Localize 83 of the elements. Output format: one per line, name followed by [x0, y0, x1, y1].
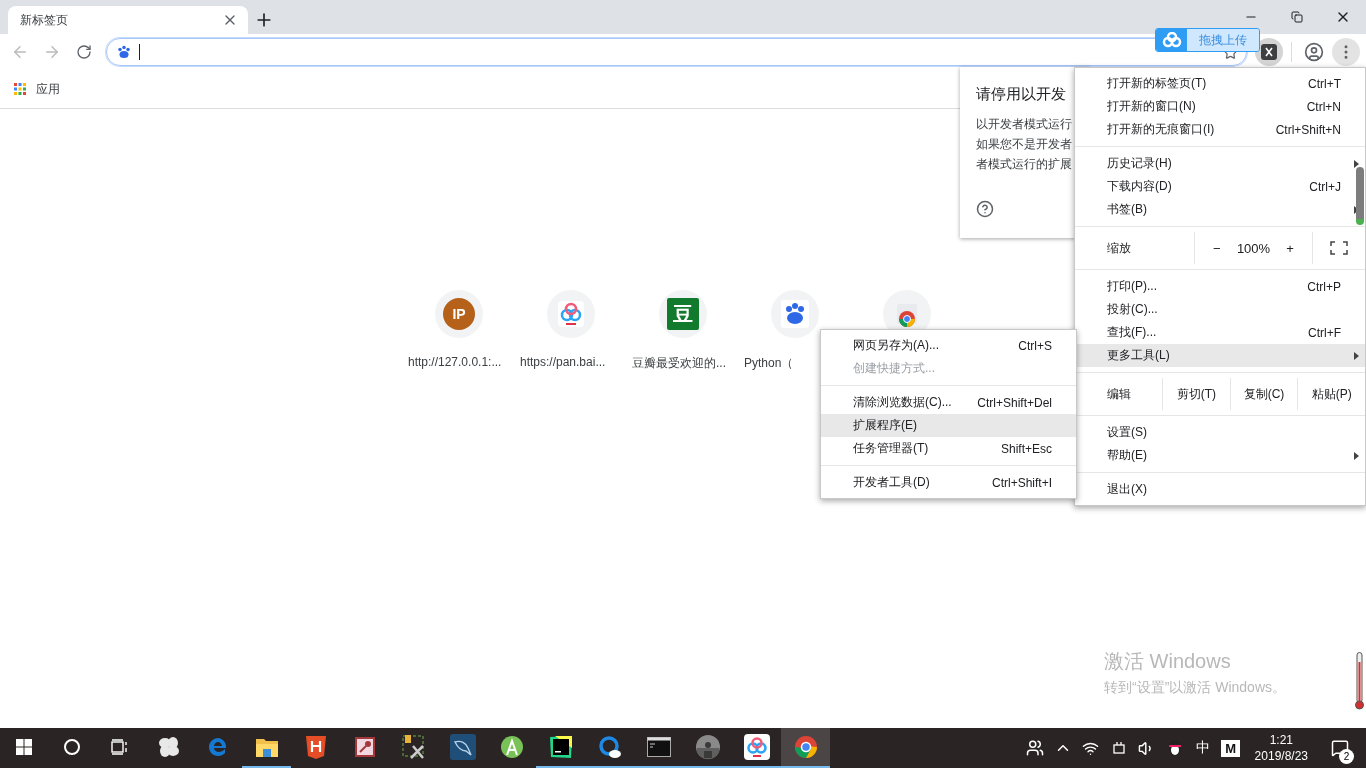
shortcut-tile[interactable]: 豆	[659, 290, 707, 338]
zoom-level: 100%	[1235, 240, 1272, 256]
shortcut-title[interactable]: https://pan.bai...	[515, 355, 606, 369]
cloud-icon[interactable]	[743, 734, 770, 760]
pinwheel-icon[interactable]	[156, 735, 181, 759]
windows-start-icon[interactable]	[16, 739, 32, 755]
extension-icon[interactable]	[1261, 44, 1277, 60]
shortcut-title[interactable]: http://127.0.0.1:...	[403, 355, 502, 369]
bubble-text: 如果您不是开发者	[976, 136, 1072, 153]
scrollbar-thumb	[1356, 167, 1364, 225]
zoom-out-button[interactable]: −	[1209, 240, 1225, 256]
shortcut-title[interactable]: 豆瓣最受欢迎的...	[627, 355, 726, 372]
menu-item[interactable]: 打开新的窗口(N) Ctrl+N	[1075, 95, 1365, 118]
submenu-arrow-icon	[1354, 160, 1359, 168]
pycharm-icon[interactable]	[548, 735, 573, 759]
menu-item[interactable]: 打开新的标签页(T) Ctrl+T	[1075, 72, 1365, 95]
menu-item[interactable]: 清除浏览数据(C)... Ctrl+Shift+Del	[821, 391, 1076, 414]
bookmark-link[interactable]: 应用	[36, 80, 60, 98]
browser-tab[interactable]: 新标签页	[8, 6, 248, 34]
input-method[interactable]: 中	[1190, 728, 1215, 768]
cloud-browser-icon[interactable]	[597, 735, 622, 759]
fullscreen-icon[interactable]	[1330, 241, 1348, 255]
apps-grid-icon[interactable]	[14, 83, 26, 95]
shortcut-tile[interactable]	[547, 290, 595, 338]
menu-item[interactable]: 网页另存为(A)... Ctrl+S	[821, 334, 1076, 357]
restore-icon[interactable]	[1291, 11, 1303, 23]
shield-h-icon[interactable]	[304, 735, 327, 759]
menu-item[interactable]: 任务管理器(T) Shift+Esc	[821, 437, 1076, 460]
cloud-icon	[1161, 32, 1182, 48]
paw-icon	[781, 300, 809, 328]
menu-item[interactable]: 更多工具(L)	[1075, 344, 1365, 367]
menu-item[interactable]: 下载内容(D) Ctrl+J	[1075, 175, 1365, 198]
avatar-icon[interactable]	[694, 734, 721, 760]
thermometer-icon	[1355, 652, 1364, 710]
bubble-text: 者模式运行的扩展	[976, 156, 1072, 173]
folder-icon[interactable]	[254, 736, 279, 758]
penguin-icon[interactable]	[1166, 739, 1183, 757]
power-plug-icon[interactable]	[1110, 740, 1127, 756]
menu-item[interactable]: 打开新的无痕窗口(I) Ctrl+Shift+N	[1075, 118, 1365, 141]
edit-action-button[interactable]: 剪切(T)	[1163, 378, 1231, 410]
activation-text: 转到“设置”以激活 Windows。	[1104, 679, 1286, 697]
activation-title: 激活 Windows	[1104, 649, 1232, 674]
menu-item[interactable]: 历史记录(H)	[1075, 152, 1365, 175]
paw-icon	[117, 45, 131, 59]
tools-icon[interactable]	[400, 734, 427, 760]
edit-action-button[interactable]: 粘贴(P)	[1298, 378, 1365, 410]
edge-icon[interactable]	[206, 736, 229, 758]
key-icon[interactable]	[353, 736, 376, 758]
menu-item[interactable]: 打印(P)... Ctrl+P	[1075, 275, 1365, 298]
shortcut-tile[interactable]: IP	[435, 290, 483, 338]
reload-icon[interactable]	[76, 44, 92, 60]
shortcut-tile[interactable]	[771, 290, 819, 338]
clock[interactable]: 1:21 2019/8/23	[1246, 732, 1316, 764]
bubble-title: 请停用以开发	[976, 85, 1066, 104]
people-icon[interactable]	[1025, 739, 1044, 757]
submenu-arrow-icon	[1354, 352, 1359, 360]
menu-item[interactable]: 设置(S)	[1075, 421, 1365, 444]
menu-item[interactable]: 查找(F)... Ctrl+F	[1075, 321, 1365, 344]
bubble-text: 以开发者模式运行	[976, 116, 1072, 133]
submenu-arrow-icon	[1354, 452, 1359, 460]
notification-badge: 2	[1339, 749, 1354, 764]
action-center-button[interactable]: 2	[1320, 728, 1360, 768]
menu-item[interactable]: 退出(X)	[1075, 478, 1365, 501]
menu-item[interactable]: 扩展程序(E)	[821, 414, 1076, 437]
menu-item[interactable]: 投射(C)...	[1075, 298, 1365, 321]
profile-icon[interactable]	[1304, 42, 1324, 62]
menu-label: 缩放	[1075, 232, 1195, 264]
help-icon[interactable]	[976, 200, 994, 218]
mail-key[interactable]: M	[1221, 739, 1241, 757]
shortcut-title[interactable]: Python（	[739, 355, 794, 372]
search-icon[interactable]	[63, 738, 81, 756]
douban-logo: 豆	[667, 298, 699, 330]
terminal-icon[interactable]	[646, 737, 671, 757]
task-view-icon[interactable]	[111, 739, 129, 755]
cloud-icon	[557, 300, 585, 328]
menu-item[interactable]: 开发者工具(D) Ctrl+Shift+I	[821, 471, 1076, 494]
ip-avatar: IP	[443, 298, 475, 330]
edit-action-button[interactable]: 复制(C)	[1230, 378, 1299, 410]
zoom-in-button[interactable]: +	[1282, 240, 1298, 256]
tab-title: 新标签页	[20, 11, 69, 29]
chrome-icon[interactable]	[793, 735, 818, 759]
menu-item[interactable]: 帮助(E)	[1075, 444, 1365, 467]
android-studio-icon[interactable]	[499, 735, 524, 759]
